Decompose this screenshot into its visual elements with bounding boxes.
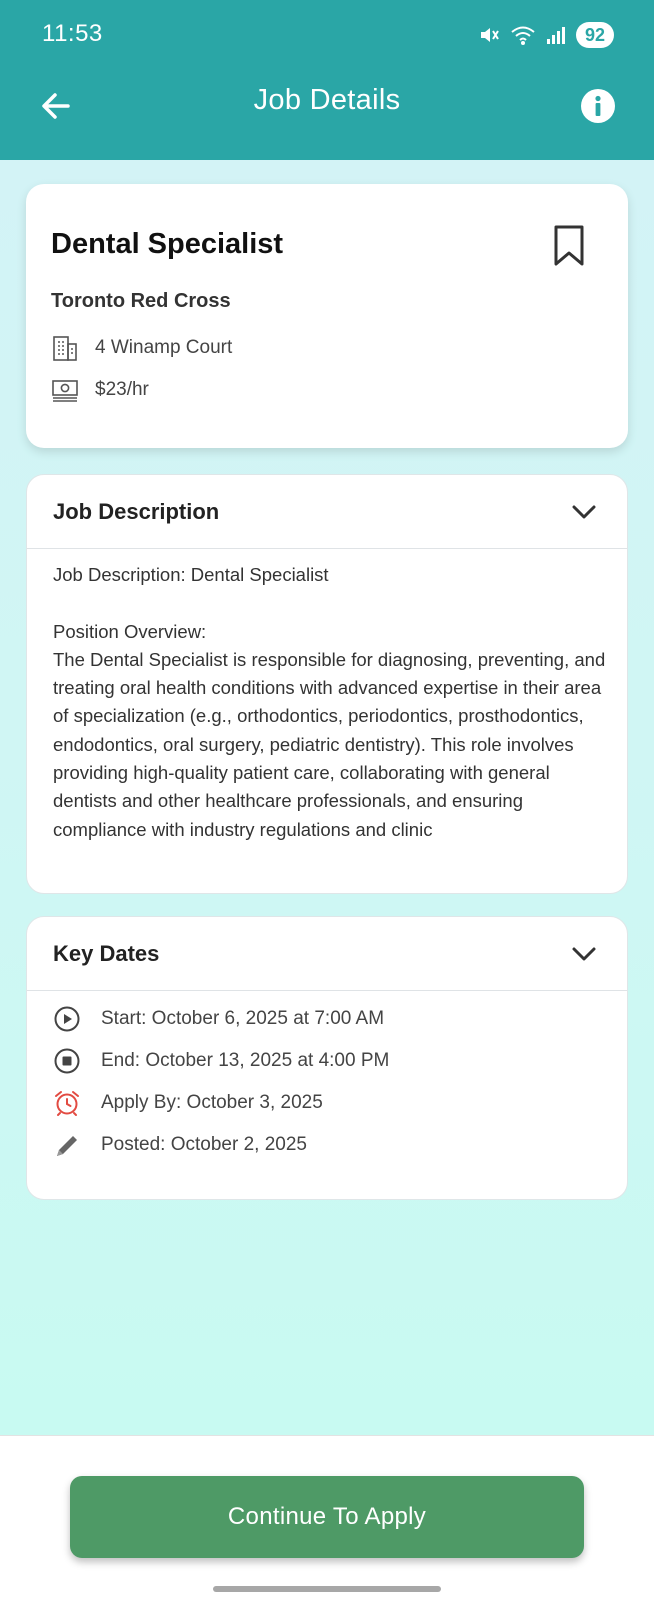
pay-text: $23/hr	[95, 379, 149, 400]
apply-by-text: Apply By: October 3, 2025	[101, 1092, 323, 1113]
organization-name: Toronto Red Cross	[51, 290, 231, 312]
status-bar: 11:53 92	[0, 0, 654, 70]
overview-label: Position Overview:	[53, 620, 207, 642]
money-icon	[52, 380, 78, 402]
status-time: 11:53	[42, 20, 103, 47]
alarm-clock-icon	[55, 1091, 79, 1116]
address-text: 4 Winamp Court	[95, 337, 233, 358]
play-circle-icon	[54, 1006, 80, 1032]
job-summary-card: Dental Specialist Toronto Red Cross 4 Wi…	[26, 184, 628, 448]
bookmark-icon	[554, 225, 584, 266]
address-row: 4 Winamp Court	[51, 334, 232, 362]
end-date-row: End: October 13, 2025 at 4:00 PM	[53, 1047, 389, 1075]
wifi-icon	[511, 26, 535, 45]
chevron-down-icon[interactable]	[569, 497, 599, 527]
job-description-body: Job Description: Dental Specialist Posit…	[53, 561, 609, 844]
info-icon	[581, 89, 615, 123]
bottom-bar: Continue To Apply	[0, 1435, 654, 1600]
posted-date-text: Posted: October 2, 2025	[101, 1134, 307, 1155]
battery-indicator: 92	[576, 22, 614, 48]
pay-row: $23/hr	[51, 376, 149, 404]
job-title: Dental Specialist	[51, 228, 284, 260]
end-date-text: End: October 13, 2025 at 4:00 PM	[101, 1050, 390, 1071]
key-dates-card: Key Dates Start: October 6, 2025 at 7:00…	[26, 916, 628, 1200]
pencil-icon	[57, 1136, 77, 1156]
building-icon	[53, 336, 77, 361]
content-area: Dental Specialist Toronto Red Cross 4 Wi…	[0, 160, 654, 1435]
job-description-card: Job Description Job Description: Dental …	[26, 474, 628, 894]
home-indicator[interactable]	[213, 1586, 441, 1592]
start-date-text: Start: October 6, 2025 at 7:00 AM	[101, 1008, 385, 1029]
key-dates-header[interactable]: Key Dates	[27, 917, 627, 991]
stop-circle-icon	[54, 1048, 80, 1074]
chevron-down-icon[interactable]	[569, 939, 599, 969]
page-title: Job Details	[253, 84, 401, 116]
posted-date-row: Posted: October 2, 2025	[53, 1131, 307, 1159]
section-title: Job Description	[53, 499, 220, 524]
mute-icon	[481, 28, 499, 42]
bookmark-button[interactable]	[551, 224, 587, 268]
app-header: 11:53 92 Job Details	[0, 0, 654, 160]
start-date-row: Start: October 6, 2025 at 7:00 AM	[53, 1005, 384, 1033]
description-first-line: Job Description: Dental Specialist	[53, 564, 329, 585]
info-button[interactable]	[580, 88, 616, 124]
overview-text: The Dental Specialist is responsible for…	[53, 648, 606, 840]
job-description-header[interactable]: Job Description	[27, 475, 627, 549]
continue-to-apply-button[interactable]: Continue To Apply	[70, 1476, 584, 1558]
section-title: Key Dates	[53, 941, 160, 966]
status-icons: 92	[478, 20, 614, 50]
signal-icon	[547, 27, 565, 44]
apply-by-row: Apply By: October 3, 2025	[53, 1089, 323, 1117]
